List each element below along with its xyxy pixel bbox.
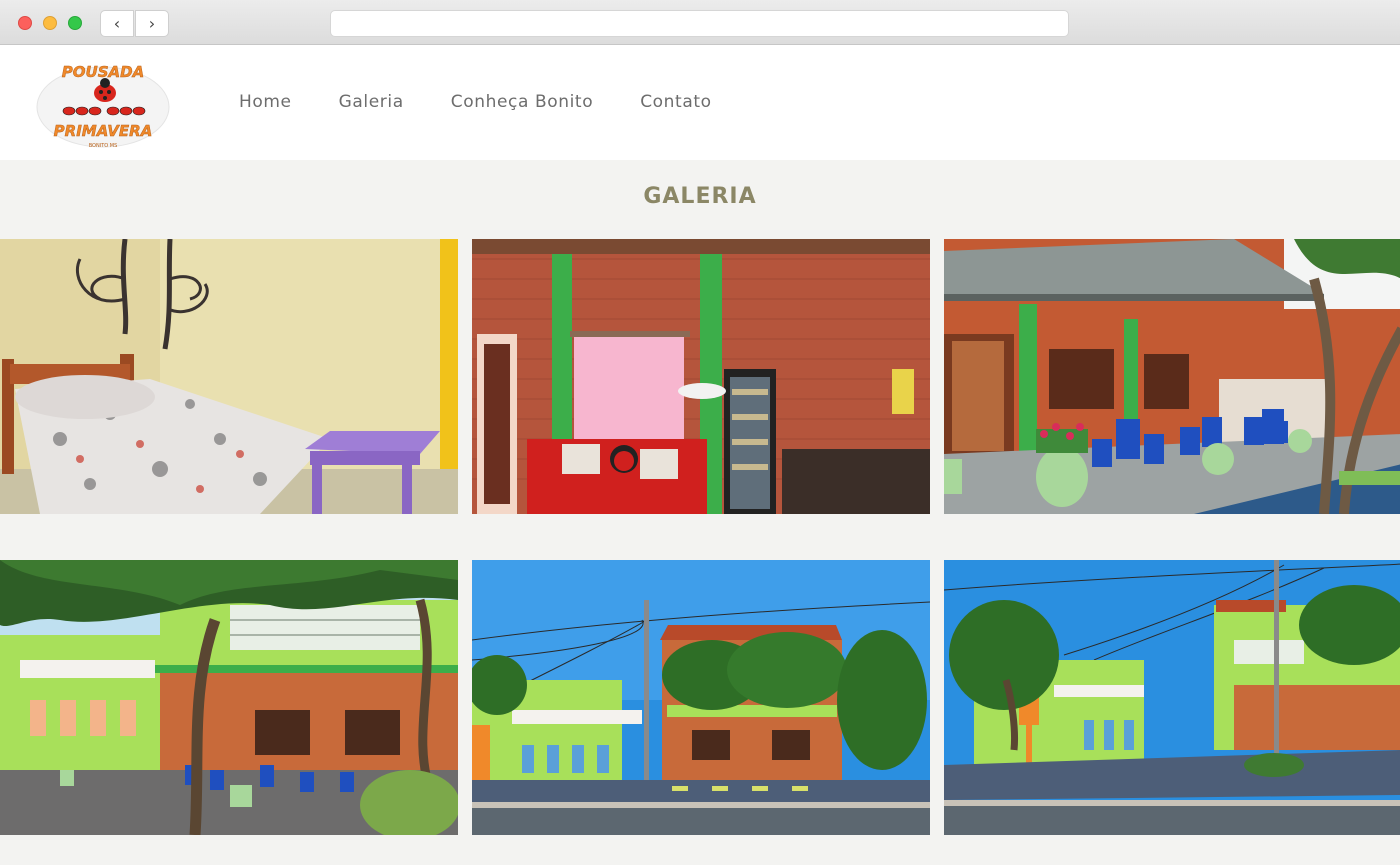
menu-item-contato[interactable]: Contato [640,92,711,112]
address-bar[interactable] [330,10,1069,37]
chevron-left-icon: ‹ [113,14,121,33]
main-menu: Home Galeria Conheça Bonito Contato [239,92,759,112]
forward-button[interactable]: › [135,10,169,37]
menu-item-galeria[interactable]: Galeria [339,92,404,112]
menu-item-home[interactable]: Home [239,92,292,112]
pousada-primavera-logo[interactable]: POUSADA PRIMAVERA BONITO MS [33,55,173,151]
site-header: POUSADA PRIMAVERA BONITO MS Home Galeria… [0,45,1400,160]
gallery-photo-lobby[interactable] [472,239,930,514]
back-button[interactable]: ‹ [100,10,134,37]
gallery-photo-street-corner[interactable] [944,560,1400,835]
gallery-photo-veranda[interactable] [944,239,1400,514]
logo-text-line2: PRIMAVERA [54,122,153,140]
gallery-photo-facade-trees[interactable] [0,560,458,835]
chevron-right-icon: › [148,14,156,33]
logo-text-line3: BONITO MS [89,143,118,149]
gallery-photo-bedroom[interactable] [0,239,458,514]
browser-toolbar: ‹ › [0,0,1400,45]
maximize-window-icon[interactable] [68,16,82,30]
gallery-photo-street-view[interactable] [472,560,930,835]
menu-item-conheca-bonito[interactable]: Conheça Bonito [451,92,593,112]
page-title: GALERIA [643,184,757,209]
minimize-window-icon[interactable] [43,16,57,30]
logo-text-line1: POUSADA [62,63,144,81]
close-window-icon[interactable] [18,16,32,30]
